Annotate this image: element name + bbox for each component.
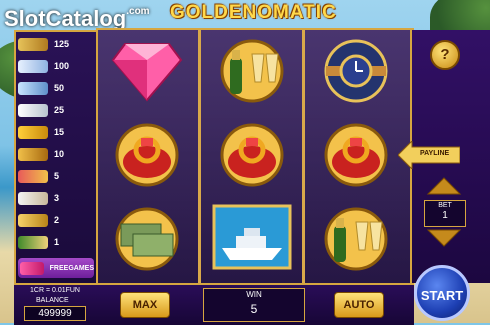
paytable-row: 1	[18, 234, 94, 250]
ring-icon	[18, 147, 48, 161]
paytable-value: 125	[54, 39, 70, 49]
car-icon	[18, 81, 48, 95]
champagne-icon	[18, 235, 48, 249]
freegames-label: FREEGAMES	[49, 264, 94, 272]
paytable-row: 100	[18, 58, 94, 74]
reel-divider	[302, 30, 305, 283]
chain-icon	[18, 213, 48, 227]
payline-label: PAYLINE	[420, 150, 450, 157]
bet-down-button[interactable]	[426, 228, 462, 248]
game-logo: GOLDENOMATIC	[170, 2, 337, 23]
paytable-value: 1	[54, 237, 60, 247]
max-bet-button[interactable]: MAX	[120, 292, 170, 318]
reel-divider	[198, 30, 201, 283]
champagne-icon	[220, 39, 284, 103]
watch-icon	[324, 39, 388, 103]
paytable-value: 2	[54, 215, 60, 225]
bet-up-button[interactable]	[426, 176, 462, 196]
start-button[interactable]: START	[414, 265, 470, 321]
paytable-value: 5	[54, 171, 60, 181]
pearls-icon	[18, 191, 48, 205]
paytable-row: 2	[18, 212, 94, 228]
money-icon	[115, 207, 179, 271]
ring-icon	[324, 123, 388, 187]
bet-value: 1	[442, 210, 448, 221]
yacht-icon	[212, 204, 292, 270]
balance-label: BALANCE	[36, 297, 69, 304]
paytable-value: 25	[54, 105, 65, 115]
jet-icon	[18, 103, 48, 117]
ring-icon	[115, 123, 179, 187]
paytable-row: 3	[18, 190, 94, 206]
paytable-value: 10	[54, 149, 65, 159]
diamond-icon	[111, 43, 183, 102]
balance-value: 499999	[24, 306, 86, 321]
paytable-value: 15	[54, 127, 65, 137]
gold-ring-icon	[18, 169, 48, 183]
freegames-row: FREEGAMES	[18, 258, 94, 278]
paytable-value: 50	[54, 83, 65, 93]
champagne-icon	[324, 207, 388, 271]
paytable-value: 100	[54, 61, 70, 71]
paytable-row: 10	[18, 146, 94, 162]
watch-icon	[18, 37, 48, 51]
paytable-row: 25	[18, 102, 94, 118]
diamond-icon	[20, 261, 44, 275]
win-label: WIN	[246, 290, 262, 299]
win-value: 5	[250, 302, 258, 316]
paytable-row: 15	[18, 124, 94, 140]
paytable-row: 5	[18, 168, 94, 184]
coins-icon	[18, 125, 48, 139]
credit-info: 1CR = 0.01FUN	[30, 287, 80, 294]
ring-icon	[220, 123, 284, 187]
paytable-row: 125	[18, 36, 94, 52]
paytable: 125 100 50 25 15 10 5 3 2 1	[18, 32, 94, 280]
win-display: WIN 5	[203, 288, 305, 322]
paytable-value: 3	[54, 193, 60, 203]
auto-button[interactable]: AUTO	[334, 292, 384, 318]
yacht-icon	[18, 59, 48, 73]
help-button[interactable]: ?	[430, 40, 460, 70]
bet-display: BET 1	[424, 200, 466, 227]
paytable-row: 50	[18, 80, 94, 96]
